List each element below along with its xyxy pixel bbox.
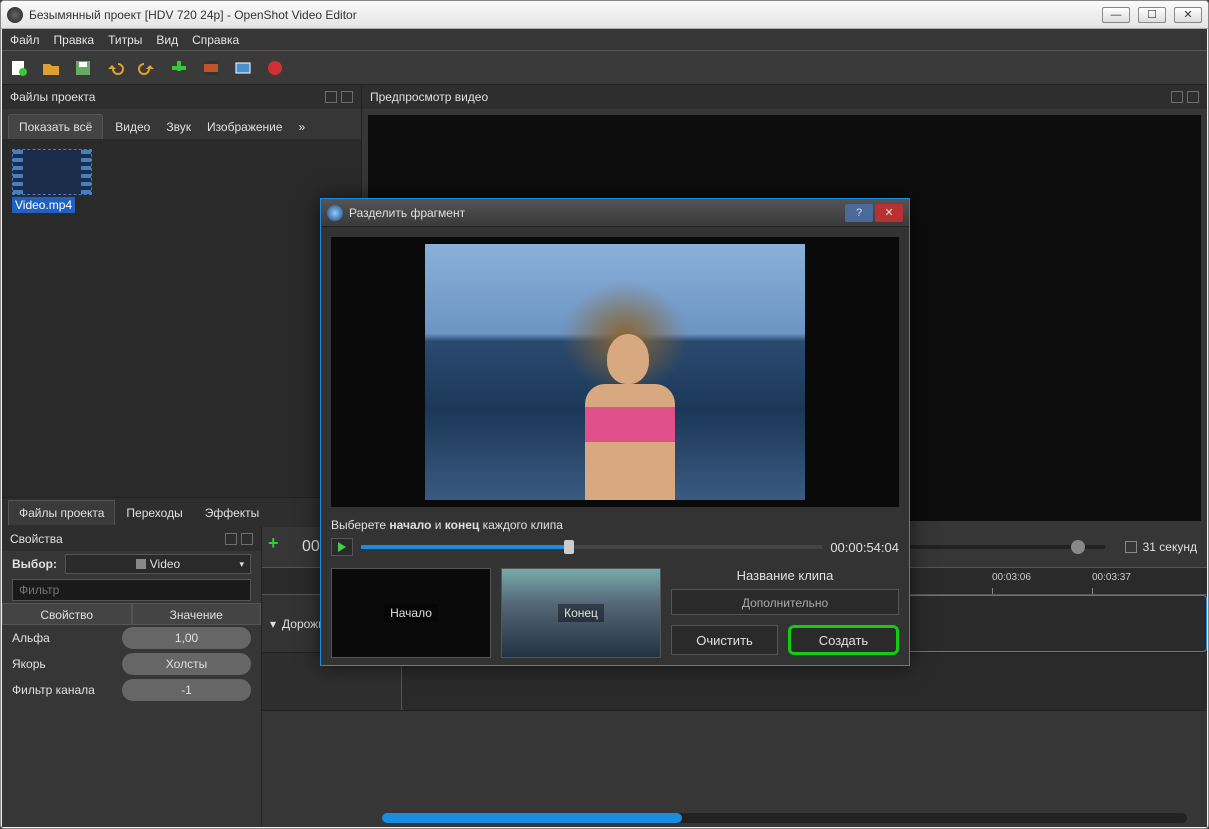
minimize-button[interactable]: — bbox=[1102, 7, 1130, 23]
col-value: Значение bbox=[132, 603, 262, 625]
maximize-button[interactable]: ☐ bbox=[1138, 7, 1166, 23]
dialog-seek-slider[interactable] bbox=[361, 545, 822, 549]
menu-help[interactable]: Справка bbox=[192, 33, 239, 47]
filter-more[interactable]: » bbox=[291, 115, 314, 139]
ruler-tick: 00:03:37 bbox=[1092, 572, 1131, 583]
menu-file[interactable]: Файл bbox=[10, 33, 40, 47]
undo-icon[interactable] bbox=[106, 59, 124, 77]
project-files-title: Файлы проекта bbox=[10, 90, 95, 104]
clip-name-input[interactable]: Дополнительно bbox=[671, 589, 899, 615]
dialog-close-button[interactable]: ✕ bbox=[875, 204, 903, 222]
tab-project-files[interactable]: Файлы проекта bbox=[8, 500, 115, 525]
property-row: Альфа1,00 bbox=[2, 625, 261, 651]
dialog-titlebar[interactable]: Разделить фрагмент ? ✕ bbox=[321, 199, 909, 227]
close-panel-icon[interactable] bbox=[241, 533, 253, 545]
dialog-title: Разделить фрагмент bbox=[349, 206, 845, 220]
menu-titles[interactable]: Титры bbox=[108, 33, 142, 47]
dialog-instruction: Выберете начало и конец каждого клипа bbox=[331, 517, 899, 532]
selection-dropdown[interactable]: Video bbox=[65, 554, 251, 574]
add-track-icon[interactable]: + bbox=[268, 533, 279, 554]
close-panel-icon[interactable] bbox=[341, 91, 353, 103]
menu-edit[interactable]: Правка bbox=[54, 33, 95, 47]
close-panel-icon[interactable] bbox=[1187, 91, 1199, 103]
properties-header: Свойства bbox=[2, 527, 261, 551]
property-row: ЯкорьХолсты bbox=[2, 651, 261, 677]
start-frame-box[interactable]: Начало bbox=[331, 568, 491, 658]
filter-image-tab[interactable]: Изображение bbox=[199, 115, 291, 139]
selection-label: Выбор: bbox=[12, 557, 57, 571]
save-project-icon[interactable] bbox=[74, 59, 92, 77]
lower-left-tabs: Файлы проекта Переходы Эффекты bbox=[2, 497, 361, 527]
filter-video-tab[interactable]: Видео bbox=[107, 115, 158, 139]
titlebar: Безымянный проект [HDV 720 24p] - OpenSh… bbox=[1, 1, 1208, 29]
property-row: Фильтр канала-1 bbox=[2, 677, 261, 703]
file-filter-tabs: Показать всё Видео Звук Изображение » bbox=[2, 109, 361, 139]
window-title: Безымянный проект [HDV 720 24p] - OpenSh… bbox=[29, 8, 1102, 22]
preview-frame bbox=[425, 244, 805, 500]
file-list[interactable]: Video.mp4 bbox=[2, 139, 361, 497]
create-button[interactable]: Создать bbox=[788, 625, 899, 655]
toolbar bbox=[2, 51, 1207, 85]
import-icon[interactable] bbox=[170, 59, 188, 77]
app-icon bbox=[7, 7, 23, 23]
filter-all-tab[interactable]: Показать всё bbox=[8, 114, 103, 140]
file-thumbnail[interactable] bbox=[12, 149, 92, 195]
dialog-play-button[interactable] bbox=[331, 538, 353, 556]
preview-header: Предпросмотр видео bbox=[362, 85, 1207, 109]
preview-title: Предпросмотр видео bbox=[370, 90, 488, 104]
new-project-icon[interactable] bbox=[10, 59, 28, 77]
undock-icon[interactable] bbox=[225, 533, 237, 545]
col-property: Свойство bbox=[2, 603, 132, 625]
track-chevron-icon[interactable]: ▾ bbox=[270, 617, 276, 631]
fullscreen-icon[interactable] bbox=[234, 59, 252, 77]
undock-icon[interactable] bbox=[325, 91, 337, 103]
menubar: Файл Правка Титры Вид Справка bbox=[2, 29, 1207, 51]
ruler-tick: 00:03:06 bbox=[992, 572, 1031, 583]
dialog-preview bbox=[331, 237, 899, 507]
dialog-help-button[interactable]: ? bbox=[845, 204, 873, 222]
dialog-app-icon bbox=[327, 205, 343, 221]
profile-icon[interactable] bbox=[202, 59, 220, 77]
redo-icon[interactable] bbox=[138, 59, 156, 77]
horizontal-scrollbar[interactable] bbox=[382, 813, 1187, 823]
menu-view[interactable]: Вид bbox=[156, 33, 178, 47]
split-clip-dialog: Разделить фрагмент ? ✕ Выберете начало и… bbox=[320, 198, 910, 666]
zoom-label: 31 секунд bbox=[1143, 540, 1197, 554]
open-project-icon[interactable] bbox=[42, 59, 60, 77]
export-icon[interactable] bbox=[266, 59, 284, 77]
dialog-timecode: 00:00:54:04 bbox=[830, 540, 899, 555]
end-frame-box[interactable]: Конец bbox=[501, 568, 661, 658]
property-filter-input[interactable] bbox=[12, 579, 251, 601]
tab-transitions[interactable]: Переходы bbox=[115, 500, 193, 526]
clip-name-label: Название клипа bbox=[671, 568, 899, 583]
clear-button[interactable]: Очистить bbox=[671, 625, 778, 655]
file-name[interactable]: Video.mp4 bbox=[12, 197, 75, 213]
properties-title: Свойства bbox=[10, 532, 63, 546]
tab-effects[interactable]: Эффекты bbox=[194, 500, 271, 526]
close-button[interactable]: ✕ bbox=[1174, 7, 1202, 23]
project-files-header: Файлы проекта bbox=[2, 85, 361, 109]
properties-table: Свойство Значение Альфа1,00 ЯкорьХолсты … bbox=[2, 603, 261, 827]
snap-checkbox[interactable] bbox=[1125, 541, 1137, 553]
undock-icon[interactable] bbox=[1171, 91, 1183, 103]
filter-audio-tab[interactable]: Звук bbox=[158, 115, 199, 139]
